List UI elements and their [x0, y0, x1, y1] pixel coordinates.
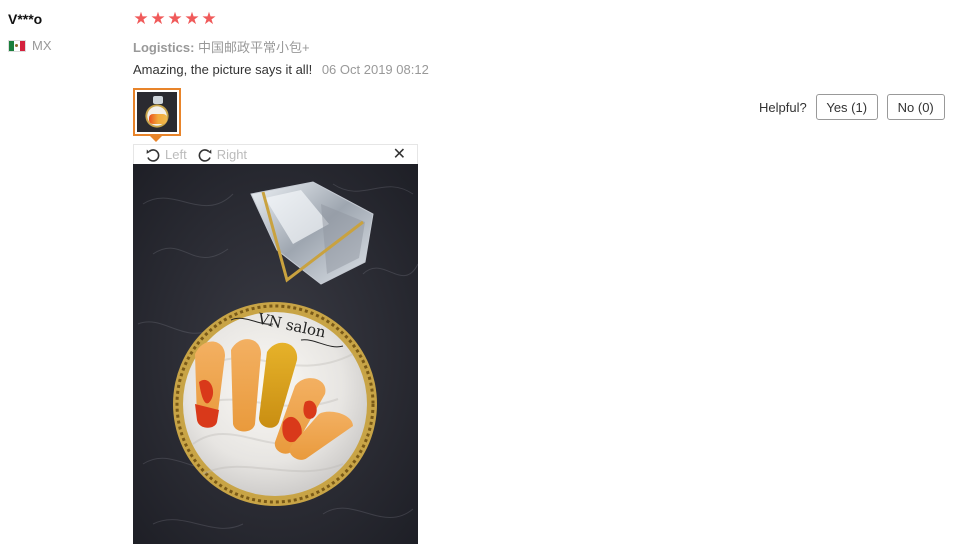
- star-icon: ★: [184, 9, 200, 28]
- rotate-left-icon: [146, 148, 160, 162]
- review-photo-thumbnail[interactable]: [133, 88, 181, 136]
- image-viewer-toolbar: Left Right ✕: [133, 144, 418, 164]
- rotate-right-button[interactable]: Right: [197, 147, 247, 163]
- star-icon: ★: [201, 9, 217, 28]
- helpful-vote: Helpful? Yes (1) No (0): [759, 94, 945, 120]
- thumbnail-image: [137, 92, 177, 132]
- star-rating: ★ ★ ★ ★ ★: [133, 9, 217, 28]
- star-icon: ★: [167, 9, 183, 28]
- reviewer-name: V***o: [8, 11, 43, 27]
- review-body: Amazing, the picture says it all! 06 Oct…: [133, 62, 429, 77]
- rotate-left-label: Left: [165, 147, 187, 162]
- rotate-left-button[interactable]: Left: [145, 147, 187, 163]
- logistics-info: Logistics: 中国邮政平常小包+: [133, 37, 310, 56]
- star-icon: ★: [133, 9, 149, 28]
- reviewer-country: MX: [8, 38, 52, 53]
- review-date: 06 Oct 2019 08:12: [321, 62, 429, 77]
- country-code: MX: [32, 38, 52, 53]
- review-text: Amazing, the picture says it all!: [133, 62, 313, 77]
- logistics-label: Logistics:: [133, 40, 195, 55]
- review-item: V***o MX ★ ★ ★ ★ ★ Logistics: 中国邮政平常小包+ …: [0, 0, 962, 549]
- mexico-flag-icon: [8, 39, 26, 52]
- star-icon: ★: [150, 9, 166, 28]
- thumbnail-caret-icon: [150, 136, 162, 142]
- rotate-right-icon: [198, 148, 212, 162]
- helpful-yes-button[interactable]: Yes (1): [815, 94, 878, 120]
- close-viewer-icon[interactable]: ✕: [393, 146, 406, 163]
- helpful-no-button[interactable]: No (0): [886, 94, 945, 120]
- logistics-value: 中国邮政平常小包+: [198, 40, 310, 55]
- review-photo-large: VN salon: [133, 164, 418, 544]
- helpful-label: Helpful?: [759, 99, 807, 115]
- rotate-right-label: Right: [216, 147, 248, 162]
